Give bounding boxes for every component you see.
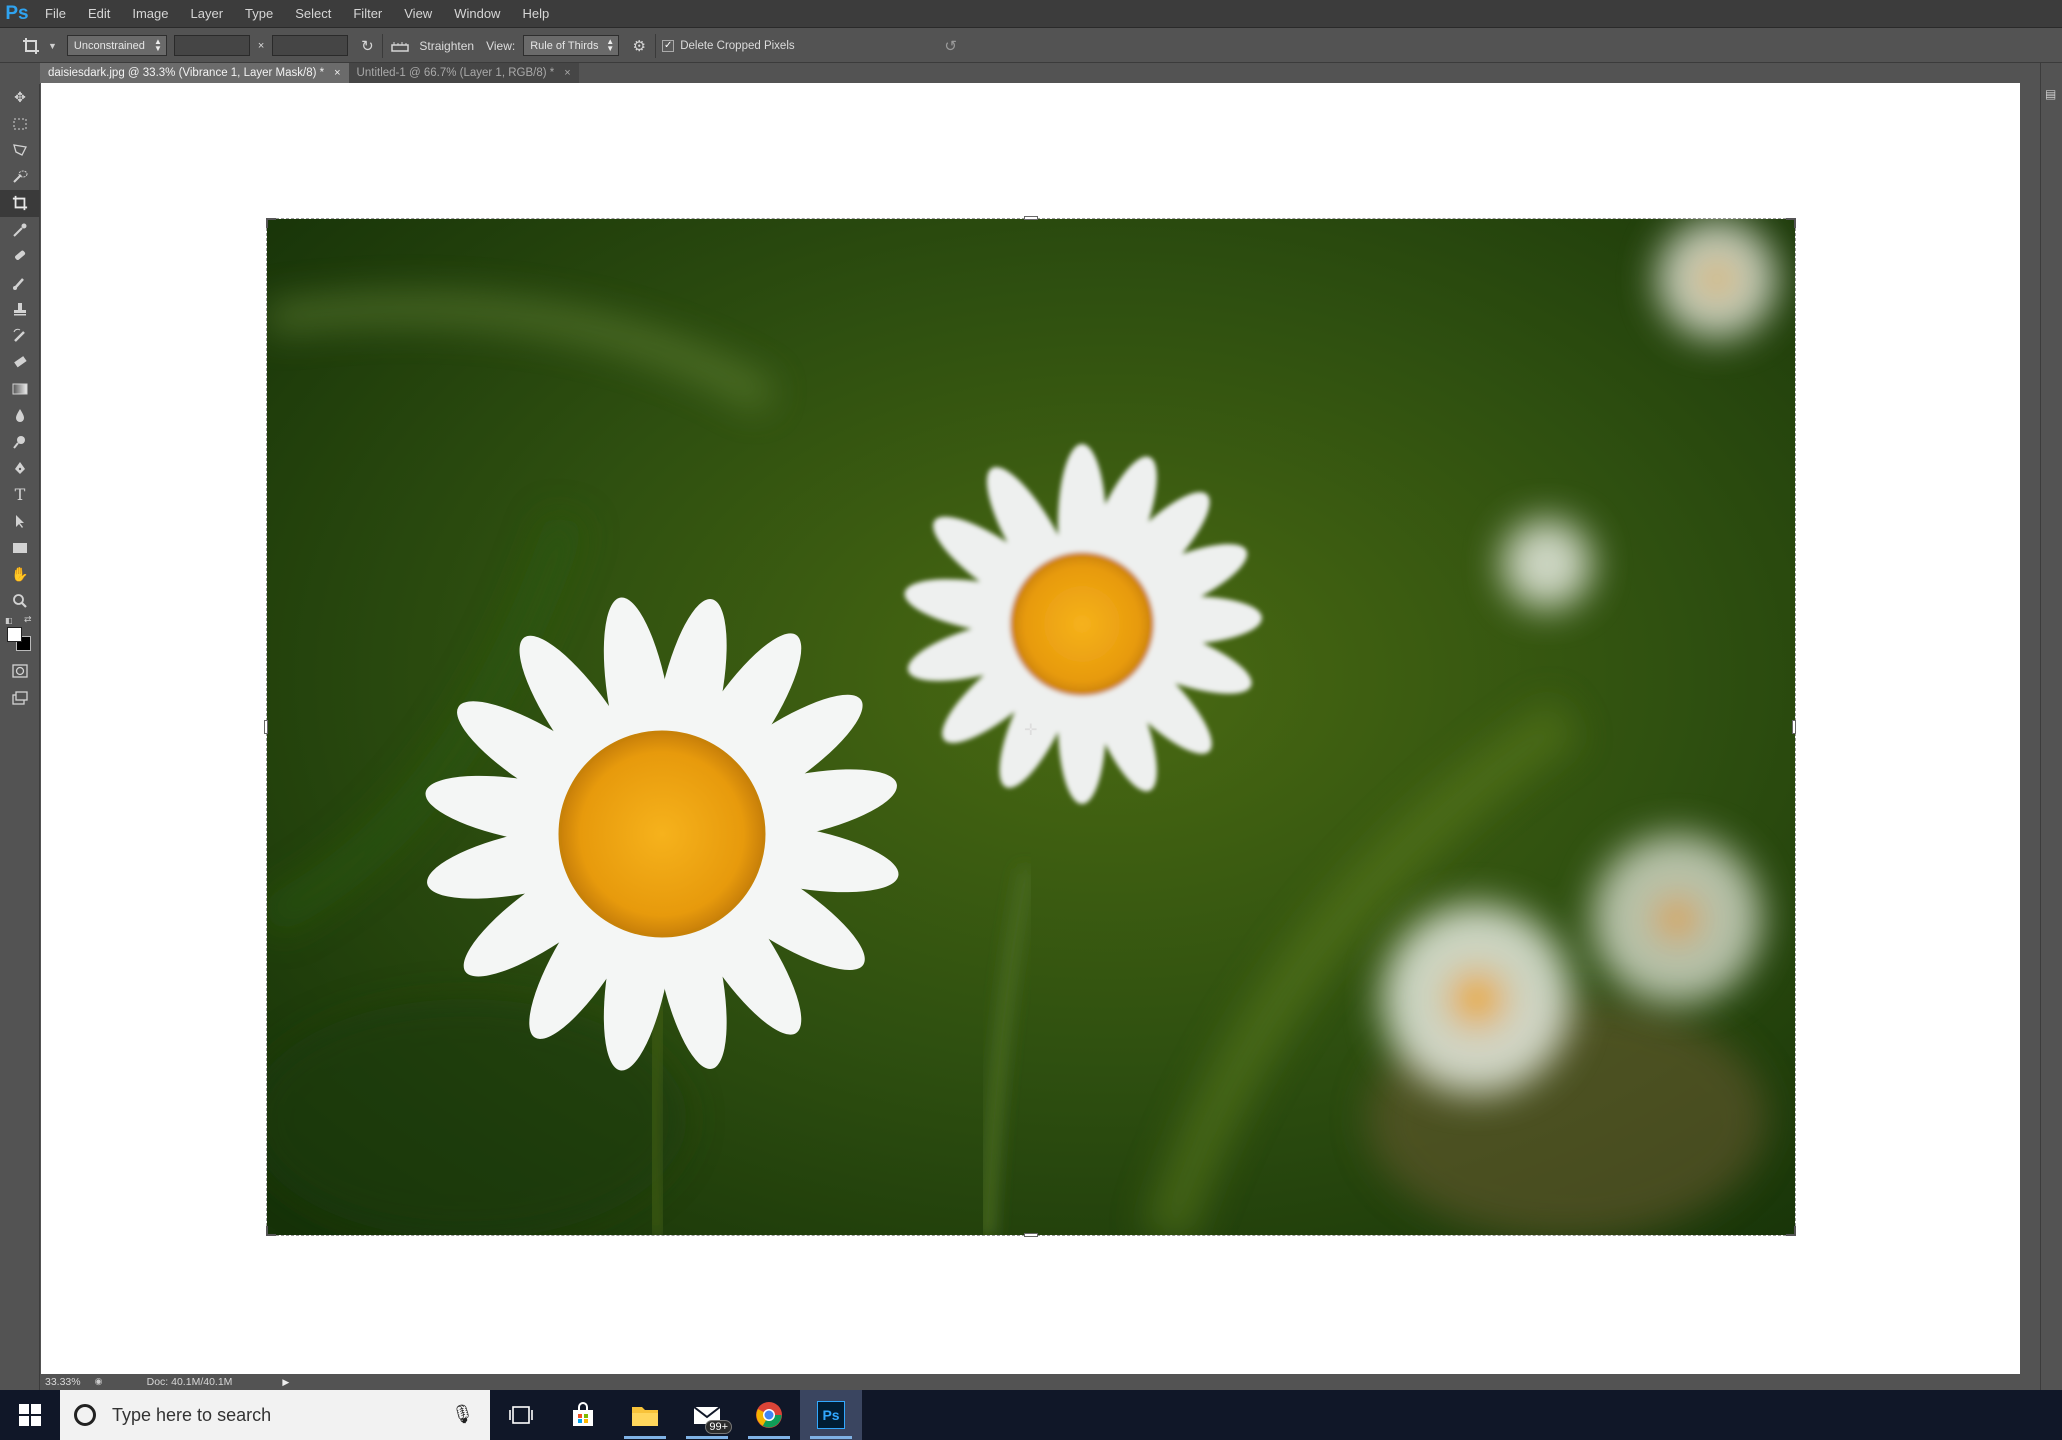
dodge-tool-icon[interactable] — [0, 429, 40, 456]
brush-tool-icon[interactable] — [0, 270, 40, 297]
panel-dock: ▤ — [2040, 63, 2062, 1390]
microphone-icon[interactable]: 🎙 — [451, 1404, 474, 1425]
quick-mask-icon[interactable] — [0, 658, 40, 685]
crop-handle-top-right[interactable] — [1786, 218, 1796, 228]
menu-view[interactable]: View — [393, 0, 443, 28]
rectangle-tool-icon[interactable] — [0, 535, 40, 562]
menu-help[interactable]: Help — [511, 0, 560, 28]
crop-handle-bottom-left[interactable] — [266, 1226, 276, 1236]
delete-cropped-label[interactable]: Delete Cropped Pixels — [680, 40, 794, 52]
close-icon[interactable]: × — [564, 67, 570, 79]
straighten-icon[interactable] — [389, 39, 411, 53]
task-view-icon[interactable] — [490, 1390, 552, 1440]
menu-edit[interactable]: Edit — [77, 0, 121, 28]
tab-label: Untitled-1 @ 66.7% (Layer 1, RGB/8) * — [356, 67, 555, 79]
healing-brush-tool-icon[interactable] — [0, 243, 40, 270]
marquee-tool-icon[interactable] — [0, 111, 40, 138]
store-icon[interactable] — [552, 1390, 614, 1440]
status-info-icon[interactable]: ◉ — [95, 1376, 109, 1388]
crop-height-input[interactable] — [272, 35, 349, 56]
taskbar-search-box[interactable]: Type here to search 🎙 — [60, 1390, 490, 1440]
close-icon[interactable]: × — [334, 67, 340, 79]
crop-handle-bottom[interactable] — [1024, 1233, 1038, 1237]
menu-filter[interactable]: Filter — [342, 0, 393, 28]
view-overlay-dropdown[interactable]: Rule of Thirds ▲ ▼ — [523, 35, 620, 56]
path-selection-tool-icon[interactable] — [0, 508, 40, 535]
crop-tool-icon[interactable] — [0, 190, 40, 217]
crop-handle-top[interactable] — [1024, 216, 1038, 220]
status-bar: 33.33% ◉ Doc: 40.1M/40.1M ▶ — [41, 1374, 341, 1390]
crop-width-input[interactable] — [173, 35, 250, 56]
ratio-dropdown[interactable]: Unconstrained ▲ ▼ — [66, 35, 167, 56]
foreground-color-swatch[interactable] — [7, 627, 22, 642]
swap-dimensions-label[interactable]: × — [258, 40, 264, 52]
tools-panel: ✥ T ✋ ◧ ⇄ — [0, 84, 40, 1390]
default-colors-icon[interactable]: ◧ — [5, 616, 13, 625]
blur-tool-icon[interactable] — [0, 402, 40, 429]
crop-handle-bottom-right[interactable] — [1786, 1226, 1796, 1236]
crop-center-icon: ✛ — [1024, 722, 1038, 739]
view-overlay-value: Rule of Thirds — [530, 39, 599, 52]
menu-bar: Ps File Edit Image Layer Type Select Fil… — [0, 0, 2062, 28]
doc-size: Doc: 40.1M/40.1M — [146, 1376, 233, 1388]
document-tabs: daisiesdark.jpg @ 33.3% (Vibrance 1, Lay… — [40, 63, 579, 83]
history-brush-tool-icon[interactable] — [0, 323, 40, 350]
crop-tool-preset-icon[interactable] — [14, 32, 48, 60]
chrome-icon[interactable] — [738, 1390, 800, 1440]
mail-icon[interactable]: 99+ — [676, 1390, 738, 1440]
mail-unread-badge: 99+ — [705, 1420, 732, 1434]
clone-stamp-tool-icon[interactable] — [0, 296, 40, 323]
menu-type[interactable]: Type — [234, 0, 284, 28]
gear-icon[interactable]: ⚙ — [629, 37, 649, 55]
cortana-icon — [74, 1404, 96, 1426]
color-swatches[interactable]: ◧ ⇄ — [0, 614, 40, 658]
menu-image[interactable]: Image — [121, 0, 179, 28]
panel-collapse-icon[interactable]: ▤ — [2045, 87, 2056, 101]
menu-window[interactable]: Window — [443, 0, 511, 28]
file-explorer-icon[interactable] — [614, 1390, 676, 1440]
straighten-label[interactable]: Straighten — [419, 39, 474, 53]
updown-arrows-icon: ▲ ▼ — [606, 37, 615, 53]
ratio-value: Unconstrained — [73, 39, 145, 52]
zoom-level[interactable]: 33.33% — [45, 1376, 81, 1388]
divider — [655, 33, 657, 58]
quick-selection-tool-icon[interactable] — [0, 164, 40, 191]
options-bar: ▼ Unconstrained ▲ ▼ × ↻ Straighten View: … — [0, 29, 2062, 63]
screen-mode-icon[interactable] — [0, 685, 40, 712]
crop-handle-top-left[interactable] — [266, 218, 276, 228]
tab-untitled-1[interactable]: Untitled-1 @ 66.7% (Layer 1, RGB/8) * × — [348, 63, 579, 83]
divider — [382, 33, 384, 58]
tool-preset-caret-icon[interactable]: ▼ — [48, 41, 57, 51]
lasso-tool-icon[interactable] — [0, 137, 40, 164]
photoshop-taskbar-icon[interactable]: Ps — [800, 1390, 862, 1440]
delete-cropped-checkbox[interactable]: ✓ — [662, 39, 675, 52]
move-tool-icon[interactable]: ✥ — [0, 84, 40, 111]
windows-taskbar: Type here to search 🎙 99+ Ps — [0, 1390, 2062, 1440]
reset-icon[interactable]: ↺ — [941, 37, 961, 55]
tab-label: daisiesdark.jpg @ 33.3% (Vibrance 1, Lay… — [48, 67, 325, 79]
swap-colors-icon[interactable]: ⇄ — [24, 614, 32, 625]
status-menu-arrow-icon[interactable]: ▶ — [282, 1377, 289, 1388]
pen-tool-icon[interactable] — [0, 455, 40, 482]
type-tool-icon[interactable]: T — [0, 482, 40, 509]
clear-rotate-icon[interactable]: ↻ — [358, 37, 376, 55]
menu-layer[interactable]: Layer — [180, 0, 235, 28]
windows-start-icon[interactable] — [0, 1390, 60, 1440]
crop-handle-right[interactable] — [1792, 720, 1796, 734]
view-label: View: — [486, 38, 516, 53]
menu-file[interactable]: File — [34, 0, 77, 28]
zoom-tool-icon[interactable] — [0, 588, 40, 615]
updown-arrows-icon: ▲ ▼ — [154, 37, 162, 53]
hand-tool-icon[interactable]: ✋ — [0, 561, 40, 588]
photoshop-app-icon: Ps — [817, 1401, 845, 1429]
tab-daisiesdark[interactable]: daisiesdark.jpg @ 33.3% (Vibrance 1, Lay… — [40, 63, 349, 83]
gradient-tool-icon[interactable] — [0, 376, 40, 403]
menu-select[interactable]: Select — [284, 0, 342, 28]
eyedropper-tool-icon[interactable] — [0, 217, 40, 244]
photoshop-logo: Ps — [5, 2, 29, 24]
crop-handle-left[interactable] — [264, 720, 268, 734]
eraser-tool-icon[interactable] — [0, 349, 40, 376]
search-placeholder: Type here to search — [112, 1404, 272, 1425]
